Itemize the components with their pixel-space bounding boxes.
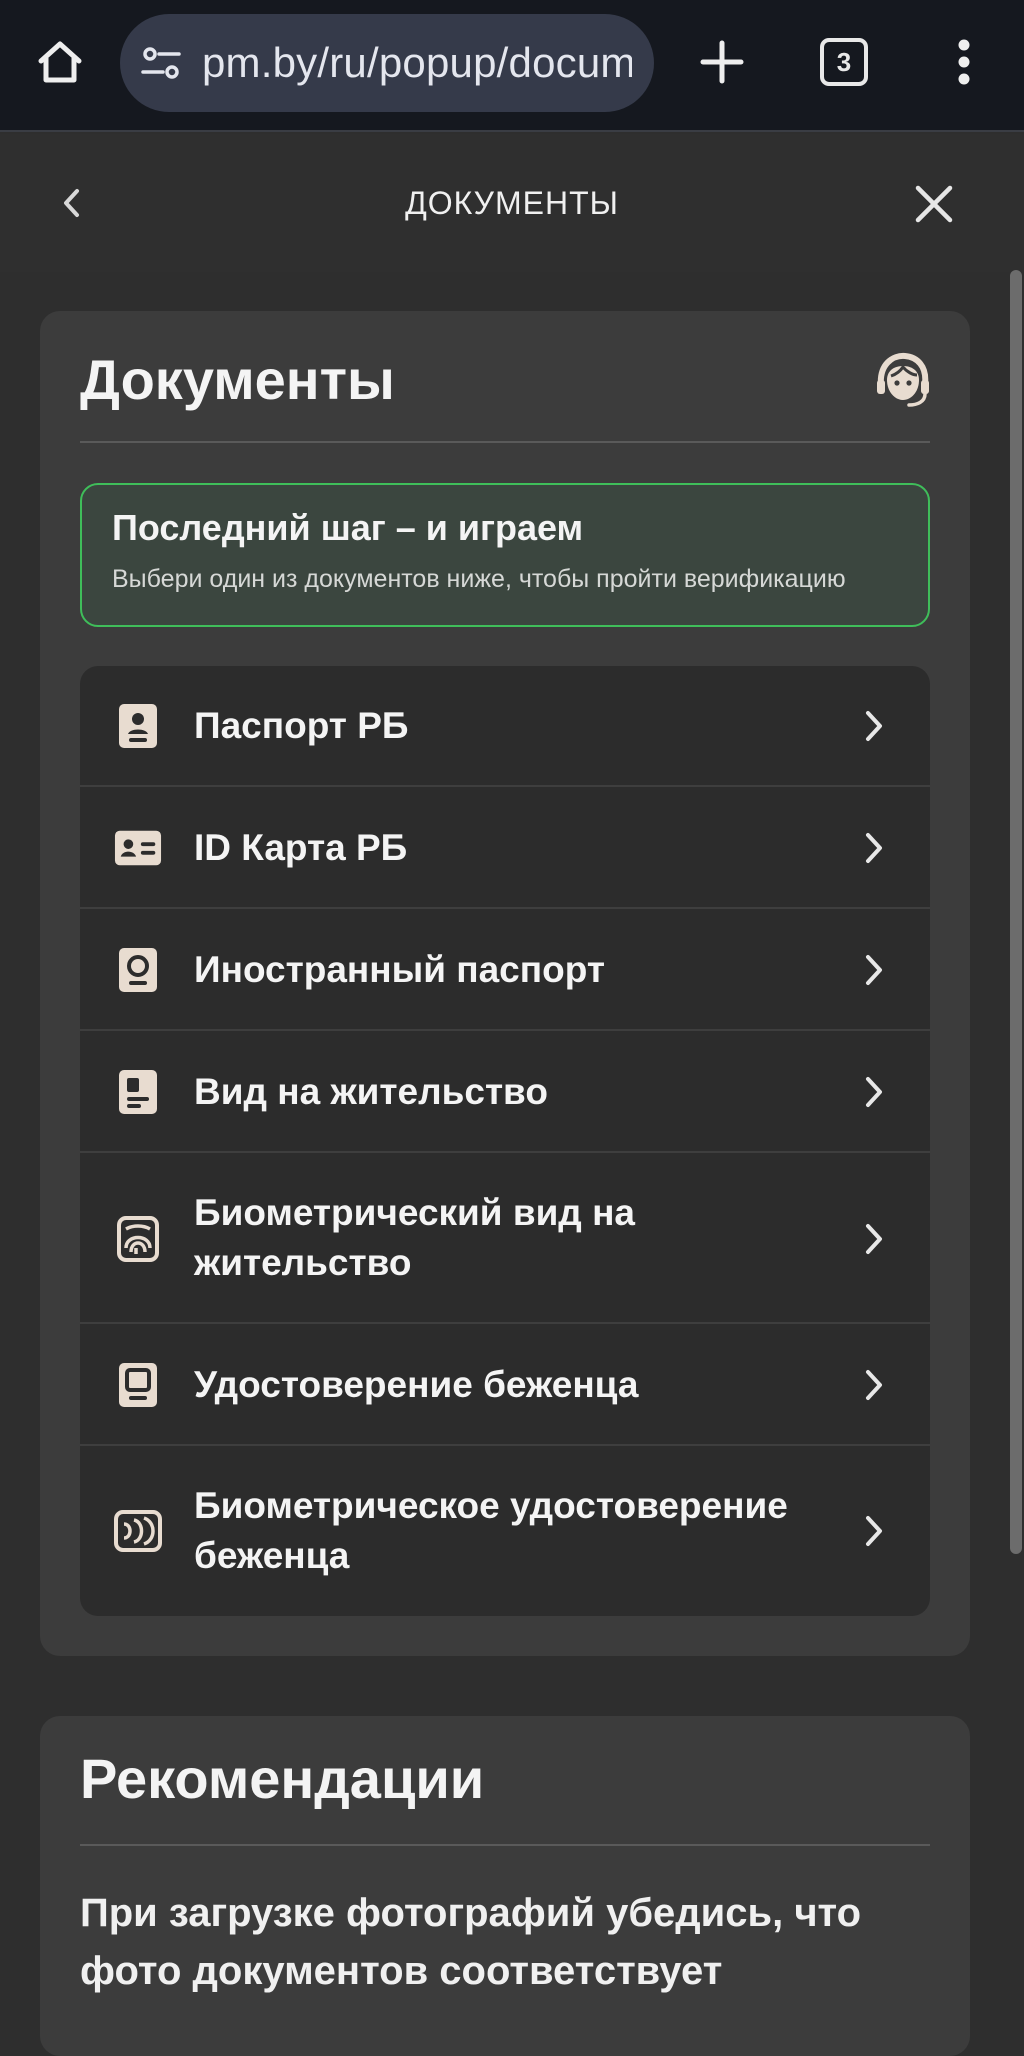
document-item-biometric-permit[interactable]: Биометрический вид на жительство [80, 1153, 930, 1324]
biometric-permit-icon [114, 1215, 162, 1263]
chevron-right-icon [854, 1511, 894, 1551]
document-item-residence-permit[interactable]: Вид на жительство [80, 1031, 930, 1153]
chevron-right-icon [854, 1072, 894, 1112]
document-item-label: Удостоверение беженца [194, 1364, 639, 1405]
document-item-foreign-passport[interactable]: Иностранный паспорт [80, 909, 930, 1031]
document-item-label: Биометрический вид на жительство [194, 1192, 636, 1283]
support-button[interactable] [870, 347, 936, 413]
notice-title: Последний шаг – и играем [112, 507, 584, 548]
url-text: pm.by/ru/popup/docume [202, 39, 632, 86]
page-scrollbar[interactable] [1010, 270, 1022, 1554]
back-button[interactable] [44, 176, 98, 230]
divider [80, 441, 930, 443]
chevron-right-icon [854, 1365, 894, 1405]
popup-header: ДОКУМЕНТЫ [0, 134, 1024, 272]
chevron-left-icon [64, 189, 79, 217]
document-item-passport[interactable]: Паспорт РБ [80, 666, 930, 787]
tab-switcher-button[interactable]: 3 [820, 38, 868, 86]
passport-icon [114, 702, 162, 750]
documents-heading: Документы [80, 348, 395, 411]
document-item-label: Паспорт РБ [194, 705, 409, 746]
divider [80, 1844, 930, 1846]
chevron-right-icon [854, 1219, 894, 1259]
home-icon [38, 41, 82, 83]
support-agent-icon [877, 352, 929, 407]
recommendations-text: При загрузке фотографий убедись, что фот… [80, 1891, 862, 1993]
id-card-icon [114, 824, 162, 872]
document-item-id-card[interactable]: ID Карта РБ [80, 787, 930, 909]
document-item-label: ID Карта РБ [194, 827, 408, 868]
residence-permit-icon [114, 1068, 162, 1116]
chevron-right-icon [854, 706, 894, 746]
document-item-label: Иностранный паспорт [194, 949, 605, 990]
browser-toolbar: pm.by/ru/popup/docume 3 [0, 0, 1024, 132]
biometric-refugee-icon [114, 1507, 162, 1555]
chevron-right-icon [854, 950, 894, 990]
documents-card: Документы Последний шаг – и играем Выбер… [40, 311, 970, 1656]
tab-count: 3 [836, 46, 852, 77]
address-bar[interactable]: pm.by/ru/popup/docume [120, 14, 654, 112]
notice-text: Выбери один из документов ниже, чтобы пр… [112, 565, 846, 593]
site-settings-icon[interactable] [138, 40, 184, 86]
recommendations-heading: Рекомендации [80, 1747, 485, 1810]
browser-menu-button[interactable] [940, 30, 988, 94]
popup-title: ДОКУМЕНТЫ [405, 184, 619, 221]
documents-list: Паспорт РБ ID Карта РБ Иностранный паспо… [80, 666, 930, 1616]
close-button[interactable] [906, 176, 962, 232]
recommendations-card: Рекомендации При загрузке фотографий убе… [40, 1716, 970, 2056]
foreign-passport-icon [114, 946, 162, 994]
refugee-certificate-icon [114, 1361, 162, 1409]
verification-notice: Последний шаг – и играем Выбери один из … [80, 483, 930, 627]
kebab-menu-icon [958, 39, 970, 85]
new-tab-button[interactable] [690, 30, 754, 94]
chevron-right-icon [854, 828, 894, 868]
document-item-label: Биометрическое удостоверение беженца [194, 1485, 788, 1576]
document-item-refugee-certificate[interactable]: Удостоверение беженца [80, 1324, 930, 1446]
plus-icon [700, 40, 744, 84]
home-button[interactable] [28, 30, 92, 94]
close-icon [915, 185, 953, 223]
document-item-biometric-refugee[interactable]: Биометрическое удостоверение беженца [80, 1446, 930, 1616]
document-item-label: Вид на жительство [194, 1071, 548, 1112]
